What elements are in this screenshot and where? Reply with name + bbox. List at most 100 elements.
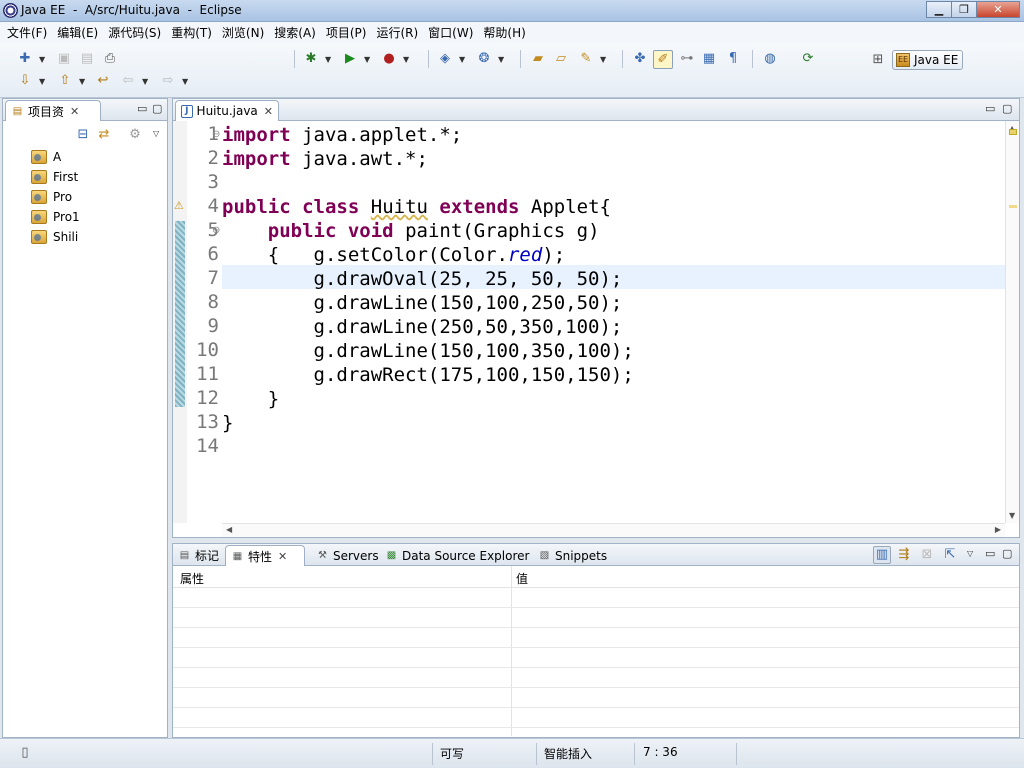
tab-servers[interactable]: ⚒ Servers bbox=[311, 545, 384, 566]
menu-window[interactable]: 窗口(W) bbox=[423, 24, 478, 41]
tab-huitu-java[interactable]: J Huitu.java ✕ bbox=[175, 100, 279, 121]
perspective-button[interactable]: EE Java EE bbox=[892, 50, 963, 70]
tab-properties[interactable]: ▦ 特性 ✕ bbox=[225, 545, 305, 566]
view-menu-icon[interactable]: ▽ bbox=[153, 130, 161, 138]
tree-item-shili[interactable]: Shili bbox=[31, 228, 78, 246]
link-with-editor-icon[interactable]: ⇄ bbox=[96, 127, 112, 143]
toggle-breadcrumb-icon[interactable]: ⊶ bbox=[679, 51, 695, 67]
code-text-area[interactable]: import java.applet.*; import java.awt.*;… bbox=[222, 121, 1005, 523]
occurrence-overview-marker[interactable] bbox=[1009, 205, 1017, 208]
fast-view-icon[interactable]: ▯ bbox=[17, 745, 33, 761]
back-dropdown-icon[interactable]: ▼ bbox=[142, 78, 150, 86]
forward-dropdown-icon[interactable]: ▼ bbox=[182, 78, 190, 86]
new-icon[interactable]: ✚ bbox=[17, 51, 33, 67]
last-edit-location-icon[interactable]: ↩ bbox=[95, 73, 111, 89]
minimize-view-icon[interactable]: ▭ bbox=[137, 102, 147, 115]
search-icon[interactable]: ✎ bbox=[578, 51, 594, 67]
show-categories-icon[interactable]: ▥ bbox=[873, 546, 891, 564]
new-server-dropdown-icon[interactable]: ▼ bbox=[459, 56, 467, 64]
toggle-mark-occurrences-icon[interactable]: ✤ bbox=[632, 51, 648, 67]
close-button[interactable]: ✕ bbox=[976, 1, 1020, 18]
vertical-scrollbar[interactable]: ▲ ▼ bbox=[1005, 121, 1019, 523]
column-header-property[interactable]: 属性 bbox=[180, 570, 204, 587]
debug-dropdown-icon[interactable]: ▼ bbox=[325, 56, 333, 64]
eclipse-icon bbox=[3, 3, 18, 18]
menu-run[interactable]: 运行(R) bbox=[371, 24, 423, 41]
maximize-view-icon[interactable]: ▢ bbox=[1002, 547, 1012, 560]
print-icon[interactable]: ⎙ bbox=[102, 51, 118, 67]
back-icon[interactable]: ⇦ bbox=[120, 73, 136, 89]
tab-snippets[interactable]: ▧ Snippets bbox=[533, 545, 612, 566]
next-annotation-icon[interactable]: ⇩ bbox=[17, 73, 33, 89]
maximize-view-icon[interactable]: ▢ bbox=[1002, 102, 1012, 115]
view-menu-icon[interactable]: ▽ bbox=[967, 550, 975, 558]
tree-item-first[interactable]: First bbox=[31, 168, 78, 186]
menu-file[interactable]: 文件(F) bbox=[2, 24, 52, 41]
save-all-icon[interactable]: ▤ bbox=[79, 51, 95, 67]
menu-search[interactable]: 搜索(A) bbox=[269, 24, 321, 41]
status-insert-mode[interactable]: 智能插入 bbox=[544, 745, 592, 762]
run-icon[interactable]: ▶ bbox=[342, 51, 358, 67]
tree-item-a[interactable]: A bbox=[31, 148, 61, 166]
horizontal-scrollbar[interactable]: ◀ ▶ bbox=[222, 523, 1005, 537]
previous-annotation-icon[interactable]: ⇧ bbox=[57, 73, 73, 89]
table-row bbox=[173, 688, 1019, 708]
restore-default-icon[interactable]: ⊠ bbox=[919, 547, 935, 563]
new-server-icon[interactable]: ◈ bbox=[437, 51, 453, 67]
minimize-view-icon[interactable]: ▭ bbox=[985, 102, 995, 115]
scroll-down-icon[interactable]: ▼ bbox=[1009, 511, 1015, 520]
external-tools-icon[interactable]: ● bbox=[381, 51, 397, 67]
fold-icon[interactable]: ⊖ bbox=[212, 129, 220, 140]
previous-annotation-dropdown-icon[interactable]: ▼ bbox=[79, 78, 87, 86]
menu-refactor[interactable]: 重构(T) bbox=[166, 24, 217, 41]
run-dropdown-icon[interactable]: ▼ bbox=[364, 56, 372, 64]
new-java-class-dropdown-icon[interactable]: ▼ bbox=[498, 56, 506, 64]
minimize-button[interactable]: ▁ bbox=[926, 1, 952, 18]
maximize-button[interactable]: ❐ bbox=[951, 1, 977, 18]
minimize-view-icon[interactable]: ▭ bbox=[985, 547, 995, 560]
show-whitespace-icon[interactable]: ¶ bbox=[725, 51, 741, 67]
close-icon[interactable]: ✕ bbox=[70, 105, 79, 118]
new-java-class-icon[interactable]: ❂ bbox=[476, 51, 492, 67]
annotation-ruler[interactable]: ⚠ ▲ bbox=[173, 121, 187, 523]
toggle-highlight-icon[interactable]: ✐ bbox=[653, 50, 673, 69]
filter-icon[interactable]: ⚙ bbox=[127, 127, 143, 143]
open-perspective-icon[interactable]: ⊞ bbox=[870, 52, 886, 68]
menu-navigate[interactable]: 浏览(N) bbox=[217, 24, 269, 41]
menu-source[interactable]: 源代码(S) bbox=[103, 24, 166, 41]
maximize-view-icon[interactable]: ▢ bbox=[152, 102, 162, 115]
scroll-right-icon[interactable]: ▶ bbox=[995, 525, 1001, 534]
menu-help[interactable]: 帮助(H) bbox=[478, 24, 530, 41]
tab-project-explorer[interactable]: ▤ 项目资 ✕ bbox=[5, 100, 101, 121]
close-icon[interactable]: ✕ bbox=[264, 105, 273, 118]
open-resource-icon[interactable]: ▱ bbox=[553, 51, 569, 67]
search-dropdown-icon[interactable]: ▼ bbox=[600, 56, 608, 64]
tab-markers[interactable]: ▤ 标记 bbox=[173, 545, 224, 566]
web-browser-icon[interactable]: ◍ bbox=[762, 51, 778, 67]
show-advanced-icon[interactable]: ⇶ bbox=[896, 547, 912, 563]
keyword: class bbox=[302, 196, 360, 218]
open-type-icon[interactable]: ▰ bbox=[530, 51, 546, 67]
tree-item-pro1[interactable]: Pro1 bbox=[31, 208, 80, 226]
tab-data-source-explorer[interactable]: ▩ Data Source Explorer bbox=[380, 545, 534, 566]
external-tools-dropdown-icon[interactable]: ▼ bbox=[403, 56, 411, 64]
collapse-all-icon[interactable]: ⊟ bbox=[75, 127, 91, 143]
fold-icon[interactable]: ⊖ bbox=[212, 225, 220, 236]
forward-icon[interactable]: ⇨ bbox=[160, 73, 176, 89]
new-dropdown-icon[interactable]: ▼ bbox=[39, 56, 47, 64]
menu-project[interactable]: 项目(P) bbox=[321, 24, 372, 41]
warning-overview-marker[interactable] bbox=[1009, 129, 1017, 135]
scroll-left-icon[interactable]: ◀ bbox=[226, 525, 232, 534]
refresh-icon[interactable]: ⟳ bbox=[800, 51, 816, 67]
warning-icon[interactable]: ⚠ bbox=[174, 199, 184, 212]
block-selection-icon[interactable]: ▦ bbox=[701, 51, 717, 67]
code-editor[interactable]: ⚠ ▲ 1 2 3 4 5 6 7 8 9 10 11 12 13 14 ⊖ ⊖… bbox=[173, 121, 1019, 537]
next-annotation-dropdown-icon[interactable]: ▼ bbox=[39, 78, 47, 86]
pin-icon[interactable]: ⇱ bbox=[942, 547, 958, 563]
tree-item-pro[interactable]: Pro bbox=[31, 188, 72, 206]
close-icon[interactable]: ✕ bbox=[278, 550, 287, 563]
save-icon[interactable]: ▣ bbox=[56, 51, 72, 67]
menu-edit[interactable]: 编辑(E) bbox=[52, 24, 103, 41]
column-header-value[interactable]: 值 bbox=[516, 570, 528, 587]
debug-icon[interactable]: ✱ bbox=[303, 51, 319, 67]
